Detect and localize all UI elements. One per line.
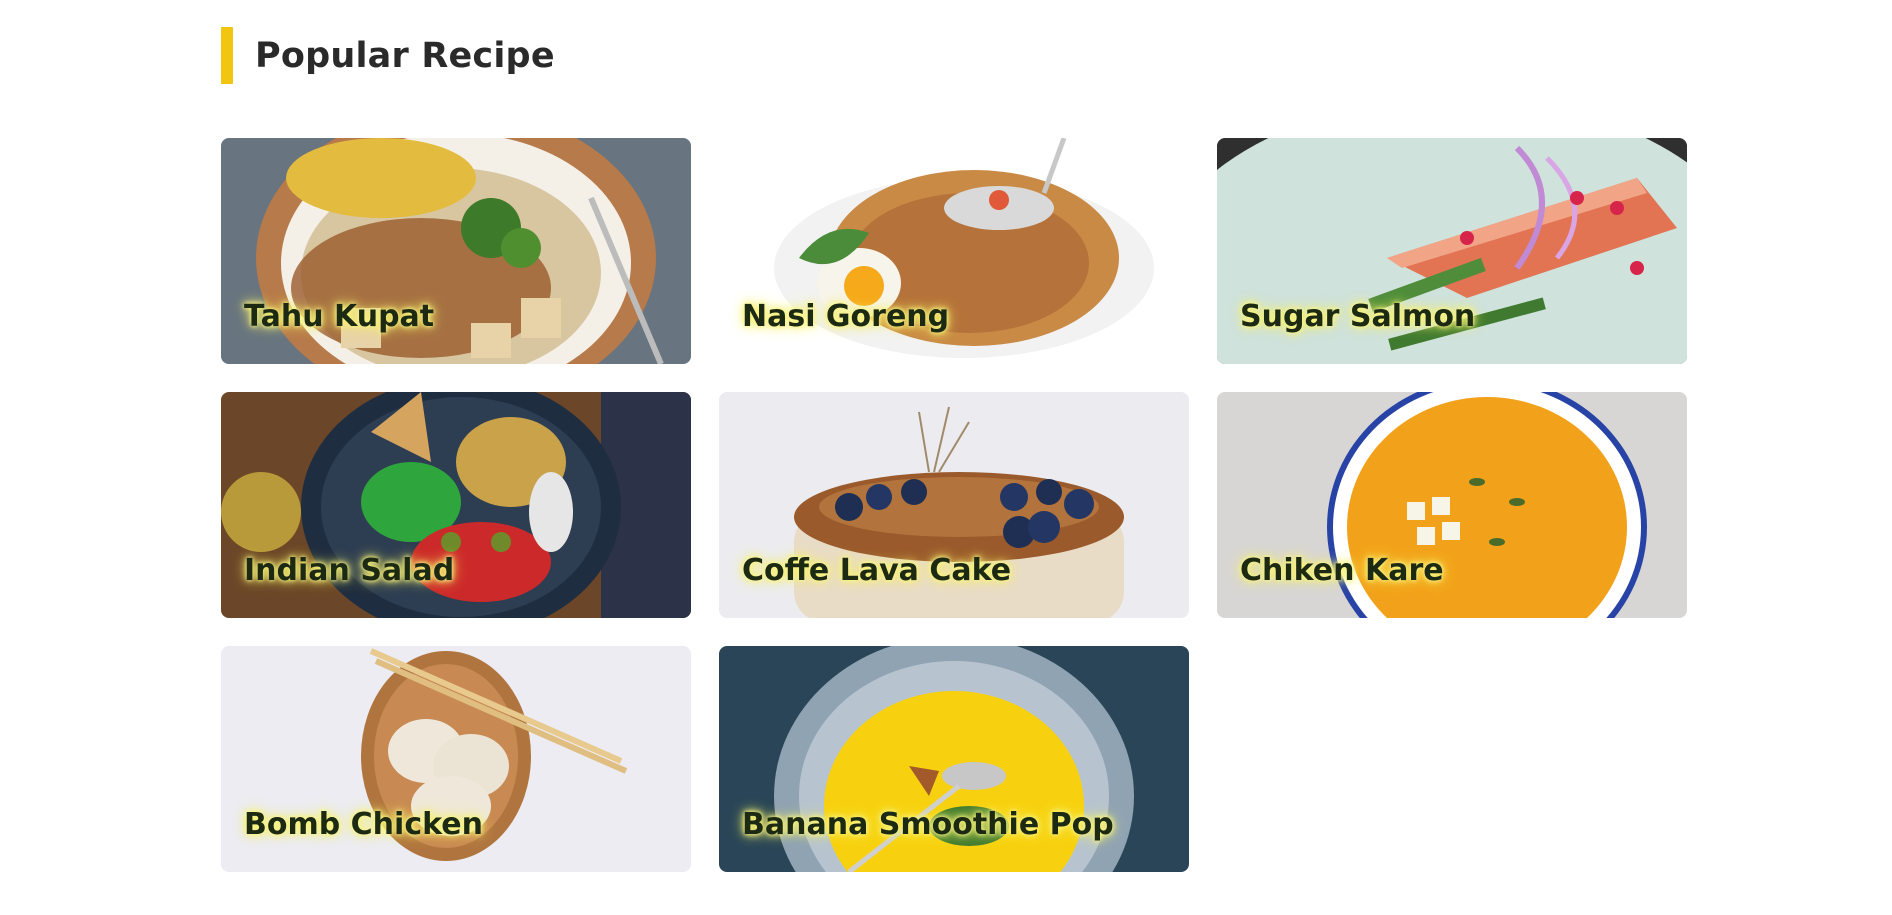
recipe-title: Nasi Goreng	[742, 299, 950, 334]
recipe-grid: Tahu Kupat Nasi Goreng Sugar Salmon Indi…	[221, 138, 1687, 872]
recipe-title: Tahu Kupat	[244, 299, 435, 334]
recipe-title: Banana Smoothie Pop	[742, 807, 1114, 842]
recipe-card-bomb-chicken[interactable]: Bomb Chicken	[221, 646, 691, 872]
section-title: Popular Recipe	[255, 35, 555, 76]
recipe-card-sugar-salmon[interactable]: Sugar Salmon	[1217, 138, 1687, 364]
recipe-title: Chiken Kare	[1240, 553, 1444, 588]
recipe-card-chiken-kare[interactable]: Chiken Kare	[1217, 392, 1687, 618]
recipe-card-banana-smoothie-pop[interactable]: Banana Smoothie Pop	[719, 646, 1189, 872]
recipe-card-tahu-kupat[interactable]: Tahu Kupat	[221, 138, 691, 364]
recipe-card-indian-salad[interactable]: Indian Salad	[221, 392, 691, 618]
recipe-title: Bomb Chicken	[244, 807, 483, 842]
recipe-card-nasi-goreng[interactable]: Nasi Goreng	[719, 138, 1189, 364]
recipe-card-coffe-lava-cake[interactable]: Coffe Lava Cake	[719, 392, 1189, 618]
section-accent-bar	[221, 27, 233, 84]
popular-recipe-page: Popular Recipe Tahu Kupat Nasi Goreng Su…	[0, 0, 1892, 915]
recipe-title: Sugar Salmon	[1240, 299, 1476, 334]
section-header: Popular Recipe	[221, 27, 555, 84]
recipe-title: Coffe Lava Cake	[742, 553, 1012, 588]
recipe-title: Indian Salad	[244, 553, 455, 588]
